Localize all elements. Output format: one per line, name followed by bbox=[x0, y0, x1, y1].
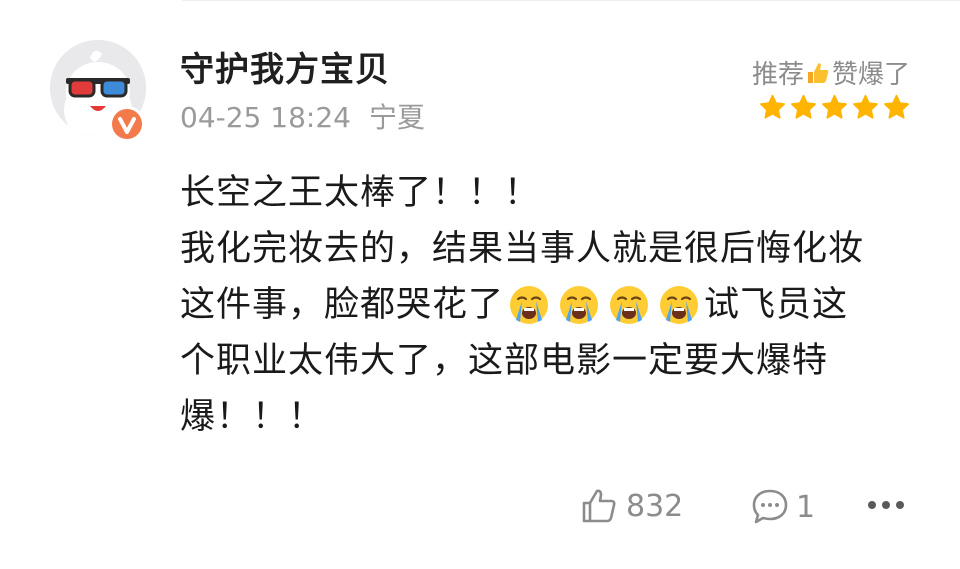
divider bbox=[182, 0, 960, 1]
dot bbox=[882, 501, 890, 509]
comment-card: 守护我方宝贝 04-25 18:24 宁夏 推荐 赞爆了 长空之王太棒了！！！ 我… bbox=[0, 0, 960, 569]
dot bbox=[896, 501, 904, 509]
comment-location: 宁夏 bbox=[368, 101, 425, 134]
comment-line: 个职业太伟大了，这部电影一定要大爆特 bbox=[180, 341, 829, 381]
star-icon bbox=[884, 94, 909, 119]
comment-line: 我化完妆去的，结果当事人就是很后悔化妆 bbox=[180, 229, 865, 269]
username[interactable]: 守护我方宝贝 bbox=[180, 42, 390, 91]
comment-line: 长空之王太棒了！！！ bbox=[180, 173, 541, 213]
loudly-crying-face-icon bbox=[660, 286, 699, 324]
comment-line-text: 试飞员这 bbox=[704, 285, 849, 325]
thumbs-up-emoji-icon bbox=[807, 62, 829, 83]
reply-button[interactable]: 1 bbox=[750, 487, 815, 527]
star-icon bbox=[791, 94, 816, 119]
star-icon bbox=[760, 94, 785, 119]
loudly-crying-face-icon bbox=[560, 286, 599, 324]
comment-line: 这件事，脸都哭花了 试飞员这 bbox=[180, 277, 900, 333]
thumbs-up-icon bbox=[582, 489, 616, 523]
star-icon bbox=[822, 94, 847, 119]
comment-actions: 832 1 bbox=[0, 487, 960, 531]
comment-meta: 04-25 18:24 宁夏 bbox=[180, 96, 425, 136]
like-button[interactable]: 832 bbox=[580, 487, 683, 525]
comment-date: 04-25 18:24 bbox=[180, 101, 351, 134]
dot bbox=[868, 501, 876, 509]
rating-label-before: 推荐 bbox=[751, 60, 804, 90]
loudly-crying-face-icon bbox=[610, 286, 649, 324]
comment-line-text: 这件事，脸都哭花了 bbox=[180, 285, 505, 325]
loudly-crying-face-icon bbox=[510, 286, 549, 324]
reply-count: 1 bbox=[796, 489, 816, 525]
comment-bubble-icon bbox=[752, 489, 788, 524]
rating-label-after: 赞爆了 bbox=[831, 60, 910, 90]
verified-badge-icon bbox=[108, 105, 146, 143]
like-count: 832 bbox=[626, 488, 684, 524]
rating-label: 推荐 赞爆了 bbox=[752, 54, 910, 91]
star-icon bbox=[853, 94, 878, 119]
more-options-icon[interactable] bbox=[868, 501, 904, 509]
comment-text: 长空之王太棒了！！！ 我化完妆去的，结果当事人就是很后悔化妆 这件事，脸都哭花了 bbox=[180, 165, 900, 445]
comment-line: 爆！！！ bbox=[180, 397, 325, 437]
star-rating bbox=[759, 94, 910, 121]
